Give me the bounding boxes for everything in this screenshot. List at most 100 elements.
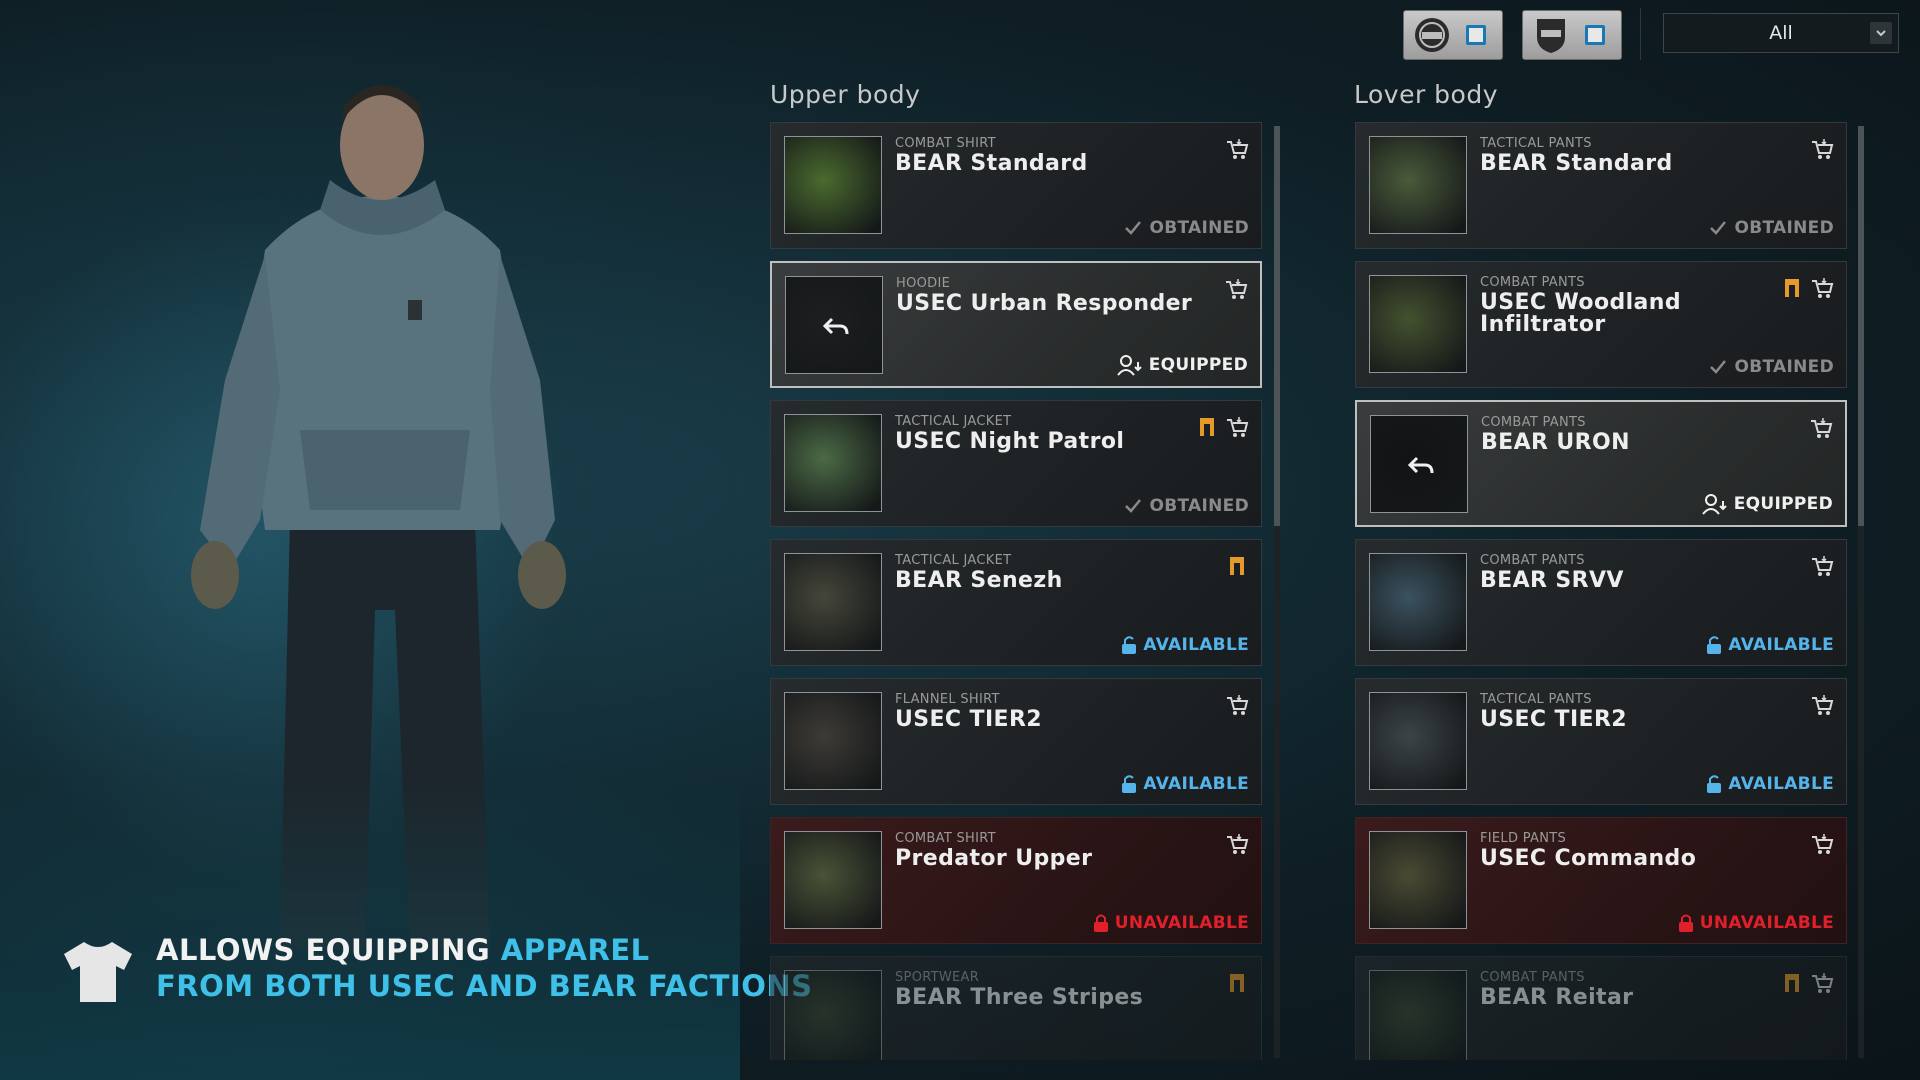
apparel-name: USEC Commando	[1480, 846, 1697, 871]
lock-icon	[1093, 914, 1108, 932]
status-label: AVAILABLE	[1143, 635, 1249, 655]
apparel-thumbnail	[784, 553, 882, 651]
apparel-status: UNAVAILABLE	[1678, 913, 1834, 933]
apparel-type: COMBAT PANTS	[1480, 970, 1585, 985]
perk-line1-cyan: APPAREL	[500, 933, 650, 967]
apparel-name: BEAR Senezh	[895, 568, 1063, 593]
apparel-type: COMBAT PANTS	[1480, 553, 1585, 568]
status-label: UNAVAILABLE	[1699, 913, 1834, 933]
apparel-actions	[1225, 971, 1249, 995]
undo-arrow-icon[interactable]	[1407, 452, 1435, 480]
upper-body-scrollbar[interactable]	[1274, 126, 1280, 1058]
cart-icon[interactable]	[1225, 137, 1249, 161]
prestige-icon	[1785, 279, 1799, 297]
cart-icon[interactable]	[1810, 971, 1834, 995]
chevron-down-icon	[1870, 22, 1892, 44]
lower-scroll-thumb[interactable]	[1858, 126, 1864, 526]
apparel-status: OBTAINED	[1123, 496, 1249, 516]
apparel-type: FIELD PANTS	[1480, 831, 1567, 846]
unlock-icon	[1122, 636, 1137, 654]
bear-faction-checkbox[interactable]	[1466, 25, 1486, 45]
apparel-name: BEAR Standard	[895, 151, 1088, 176]
upper-scroll-thumb[interactable]	[1274, 126, 1280, 526]
status-label: OBTAINED	[1149, 496, 1249, 516]
apparel-name: Predator Upper	[895, 846, 1093, 871]
cart-icon[interactable]	[1810, 832, 1834, 856]
cart-icon[interactable]	[1225, 832, 1249, 856]
apparel-thumbnail	[784, 970, 882, 1060]
status-label: UNAVAILABLE	[1114, 913, 1249, 933]
apparel-name: USEC Night Patrol	[895, 429, 1125, 454]
filter-dropdown[interactable]: All	[1663, 13, 1899, 53]
apparel-card[interactable]: HOODIE USEC Urban Responder EQUIPPED	[770, 261, 1262, 388]
tshirt-icon	[64, 942, 132, 1002]
perk-description: ALLOWS EQUIPPING APPAREL FROM BOTH USEC …	[62, 932, 813, 1004]
apparel-actions	[1809, 416, 1833, 440]
apparel-type: COMBAT PANTS	[1480, 275, 1585, 290]
usec-faction-toggle[interactable]	[1522, 10, 1622, 60]
apparel-type: TACTICAL JACKET	[895, 414, 1012, 429]
apparel-card[interactable]: COMBAT PANTS BEAR URON EQUIPPED	[1355, 400, 1847, 527]
apparel-card[interactable]: COMBAT SHIRT BEAR Standard OBTAINED	[770, 122, 1262, 249]
character-preview[interactable]	[0, 0, 740, 1080]
apparel-card[interactable]: FLANNEL SHIRT USEC TIER2 AVAILABLE	[770, 678, 1262, 805]
apparel-card[interactable]: FIELD PANTS USEC Commando UNAVAILABLE	[1355, 817, 1847, 944]
perk-line1-white: ALLOWS EQUIPPING	[156, 933, 501, 967]
apparel-status: AVAILABLE	[1121, 635, 1249, 655]
unlock-icon	[1707, 636, 1722, 654]
status-label: OBTAINED	[1149, 218, 1249, 238]
status-label: OBTAINED	[1734, 218, 1834, 238]
toolbar-divider	[1640, 8, 1641, 60]
apparel-card[interactable]: TACTICAL PANTS USEC TIER2 AVAILABLE	[1355, 678, 1847, 805]
apparel-actions	[1810, 693, 1834, 717]
cart-icon[interactable]	[1810, 276, 1834, 300]
status-label: OBTAINED	[1734, 357, 1834, 377]
apparel-card[interactable]: COMBAT PANTS BEAR Reitar	[1355, 956, 1847, 1060]
cart-icon[interactable]	[1224, 277, 1248, 301]
cart-icon[interactable]	[1810, 137, 1834, 161]
upper-body-list[interactable]: COMBAT SHIRT BEAR Standard OBTAINED HOODIE U…	[770, 122, 1266, 1060]
apparel-thumbnail	[1369, 136, 1467, 234]
usec-faction-checkbox[interactable]	[1585, 25, 1605, 45]
cart-icon[interactable]	[1225, 415, 1249, 439]
prestige-icon	[1230, 557, 1244, 575]
apparel-name: USEC TIER2	[1480, 707, 1628, 732]
apparel-card[interactable]: TACTICAL JACKET USEC Night Patrol OBTAINED	[770, 400, 1262, 527]
apparel-name: BEAR Reitar	[1480, 985, 1634, 1010]
apparel-card[interactable]: SPORTWEAR BEAR Three Stripes	[770, 956, 1262, 1060]
apparel-actions	[1780, 971, 1834, 995]
check-icon	[1125, 499, 1142, 513]
cart-icon[interactable]	[1809, 416, 1833, 440]
apparel-type: TACTICAL JACKET	[895, 553, 1012, 568]
cart-icon[interactable]	[1225, 693, 1249, 717]
lower-body-title: Lover body	[1354, 80, 1499, 109]
prestige-icon	[1200, 418, 1214, 436]
undo-arrow-icon[interactable]	[822, 313, 850, 341]
apparel-thumbnail	[785, 276, 883, 374]
apparel-thumbnail	[1369, 692, 1467, 790]
apparel-card[interactable]: COMBAT PANTS USEC Woodland Infiltrator OBT…	[1355, 261, 1847, 388]
cart-icon[interactable]	[1810, 693, 1834, 717]
user-equip-icon	[1116, 355, 1142, 376]
cart-icon[interactable]	[1810, 554, 1834, 578]
prestige-icon	[1230, 974, 1244, 992]
apparel-card[interactable]: COMBAT SHIRT Predator Upper UNAVAILABLE	[770, 817, 1262, 944]
apparel-type: TACTICAL PANTS	[1480, 692, 1592, 707]
apparel-actions	[1225, 832, 1249, 856]
apparel-card[interactable]: TACTICAL PANTS BEAR Standard OBTAINED	[1355, 122, 1847, 249]
lower-body-list[interactable]: TACTICAL PANTS BEAR Standard OBTAINED COMBA…	[1355, 122, 1851, 1060]
apparel-card[interactable]: TACTICAL JACKET BEAR Senezh AVAILABLE	[770, 539, 1262, 666]
apparel-thumbnail	[784, 414, 882, 512]
apparel-type: COMBAT SHIRT	[895, 136, 996, 151]
bear-faction-toggle[interactable]	[1403, 10, 1503, 60]
apparel-thumbnail	[1369, 275, 1467, 373]
status-label: EQUIPPED	[1733, 494, 1833, 514]
apparel-status: OBTAINED	[1708, 218, 1834, 238]
apparel-name: BEAR SRVV	[1480, 568, 1624, 593]
apparel-thumbnail	[1370, 415, 1468, 513]
lower-body-scrollbar[interactable]	[1858, 126, 1864, 1058]
apparel-thumbnail	[1369, 553, 1467, 651]
apparel-card[interactable]: COMBAT PANTS BEAR SRVV AVAILABLE	[1355, 539, 1847, 666]
apparel-status: EQUIPPED	[1701, 493, 1833, 515]
apparel-status: EQUIPPED	[1116, 354, 1248, 376]
